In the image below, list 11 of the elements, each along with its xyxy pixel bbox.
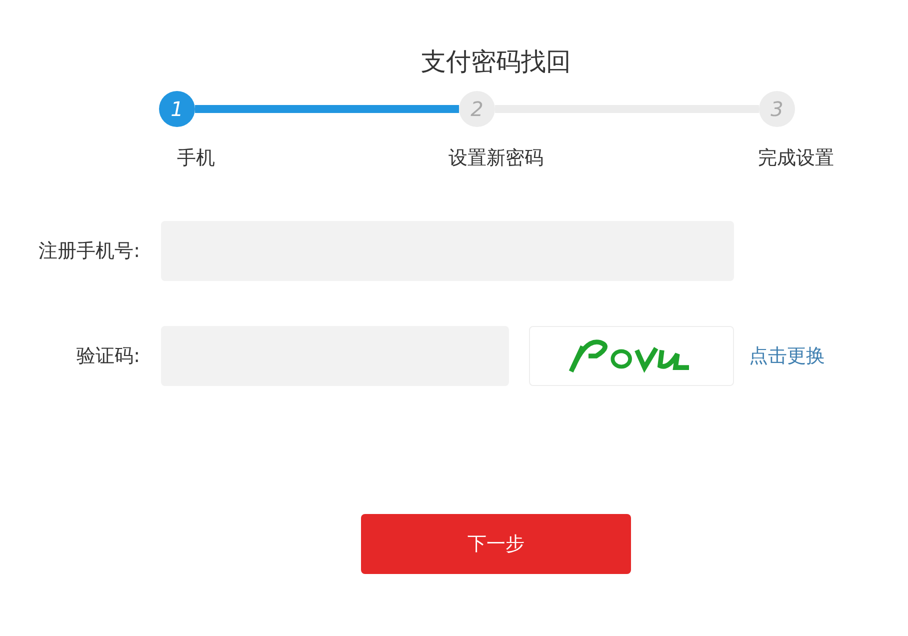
step-label: 手机 bbox=[177, 146, 215, 171]
refresh-captcha-link[interactable]: 点击更换 bbox=[749, 343, 825, 369]
step-circle: 3 bbox=[759, 91, 795, 127]
step-label: 完成设置 bbox=[758, 146, 834, 171]
step-circle: 1 bbox=[159, 91, 195, 127]
field-label: 注册手机号: bbox=[38, 239, 140, 264]
step-circle: 2 bbox=[459, 91, 495, 127]
next-button[interactable]: 下一步 bbox=[361, 514, 631, 574]
field-label: 验证码: bbox=[76, 344, 140, 369]
step-label: 设置新密码 bbox=[448, 146, 544, 171]
page-title: 支付密码找回 bbox=[420, 46, 572, 78]
